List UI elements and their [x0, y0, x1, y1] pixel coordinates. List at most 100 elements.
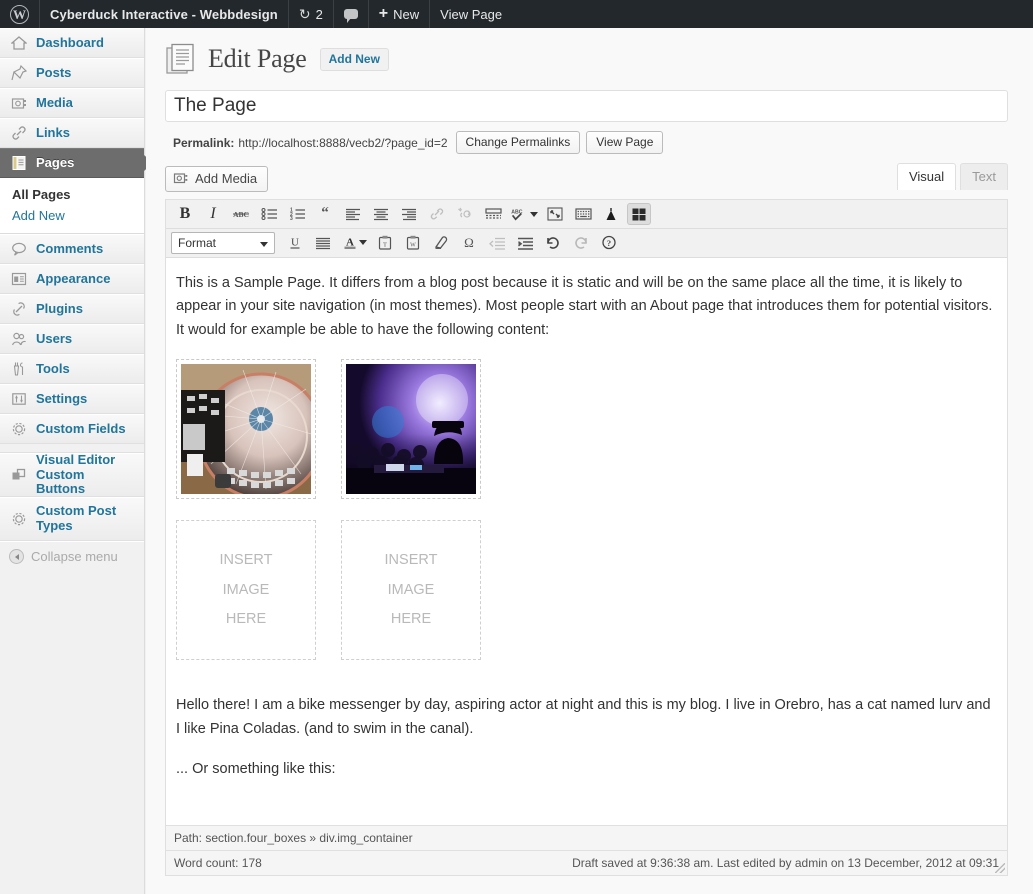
- sidebar-item-tools[interactable]: Tools: [0, 354, 144, 384]
- bold-button[interactable]: B: [173, 203, 197, 225]
- tab-visual[interactable]: Visual: [896, 163, 957, 190]
- sidebar-item-dashboard[interactable]: Dashboard: [0, 28, 144, 58]
- visual-editor-icon: [9, 465, 29, 485]
- sidebar-item-custom-fields[interactable]: Custom Fields: [0, 414, 144, 444]
- add-media-button[interactable]: Add Media: [165, 166, 269, 192]
- remove-formatting-button[interactable]: [429, 232, 453, 254]
- img-container-2[interactable]: [341, 359, 481, 500]
- plug-icon: [9, 299, 29, 319]
- settings-sliders-icon: [9, 389, 29, 409]
- view-page-menu[interactable]: View Page: [430, 0, 512, 28]
- sidebar-item-label: Pages: [36, 154, 75, 170]
- collapse-menu-label: Collapse menu: [31, 549, 118, 564]
- beacon-button[interactable]: [599, 203, 623, 225]
- add-media-label: Add Media: [195, 171, 258, 186]
- sidebar-item-plugins[interactable]: Plugins: [0, 294, 144, 324]
- turntable-record-player-photo: [181, 364, 311, 495]
- sidebar-item-settings[interactable]: Settings: [0, 384, 144, 414]
- appearance-icon: [9, 269, 29, 289]
- undo-button[interactable]: [541, 232, 565, 254]
- chevron-down-icon: [358, 240, 367, 245]
- svg-text:U: U: [291, 237, 299, 249]
- justify-button[interactable]: [311, 232, 335, 254]
- sidebar-item-all-pages[interactable]: All Pages: [0, 184, 144, 205]
- sidebar-item-comments[interactable]: Comments: [0, 234, 144, 264]
- comments-menu[interactable]: [334, 0, 368, 28]
- main-content: Edit Page Add New The Page Permalink: ht…: [146, 28, 1033, 894]
- editor-wrapper: Add Media Visual Text B I ABC 123 “ ABC …: [165, 163, 1008, 876]
- insert-link-button[interactable]: [425, 203, 449, 225]
- text-color-button[interactable]: A: [339, 232, 369, 254]
- sidebar-item-posts[interactable]: Posts: [0, 58, 144, 88]
- word-count: Word count: 178: [174, 856, 262, 870]
- ordered-list-button[interactable]: 123: [285, 203, 309, 225]
- sidebar-item-users[interactable]: Users: [0, 324, 144, 354]
- chevron-down-icon: [530, 211, 538, 217]
- four-boxes-button[interactable]: [627, 203, 651, 225]
- gear-icon: [9, 509, 29, 529]
- view-page-button[interactable]: View Page: [586, 131, 664, 154]
- updates-menu[interactable]: ↻ 2: [289, 0, 333, 28]
- editor-content-area[interactable]: This is a Sample Page. It differs from a…: [166, 258, 1007, 825]
- placeholder-row: INSERT IMAGE HERE INSERT IMAGE HERE: [176, 520, 997, 661]
- paste-as-text-button[interactable]: T: [373, 232, 397, 254]
- editor-resize-handle[interactable]: [995, 863, 1005, 873]
- editor-tabs: Visual Text: [893, 163, 1008, 190]
- media-buttons-row: Add Media: [165, 166, 1008, 192]
- change-permalinks-button[interactable]: Change Permalinks: [455, 131, 581, 154]
- page-header: Edit Page Add New: [165, 42, 1021, 76]
- svg-text:T: T: [383, 242, 387, 249]
- tab-text[interactable]: Text: [960, 163, 1008, 190]
- paste-from-word-button[interactable]: W: [401, 232, 425, 254]
- unlink-button[interactable]: [453, 203, 477, 225]
- post-title-field[interactable]: The Page: [165, 90, 1008, 122]
- image-row: [176, 359, 997, 500]
- sidebar-item-custom-post-types[interactable]: Custom Post Types: [0, 497, 144, 541]
- insert-image-placeholder-1[interactable]: INSERT IMAGE HERE: [176, 520, 316, 661]
- permalink-url[interactable]: http://localhost:8888/vecb2/?page_id=2: [238, 136, 447, 150]
- redo-button[interactable]: [569, 232, 593, 254]
- blockquote-button[interactable]: “: [313, 203, 337, 225]
- sidebar-item-visual-editor-custom-buttons[interactable]: Visual Editor Custom Buttons: [0, 451, 144, 497]
- admin-sidebar: Dashboard Posts Media Links Pages All Pa…: [0, 28, 153, 894]
- sidebar-item-media[interactable]: Media: [0, 88, 144, 118]
- sidebar-item-label: Media: [36, 94, 73, 110]
- fullscreen-button[interactable]: [543, 203, 567, 225]
- sidebar-item-links[interactable]: Links: [0, 118, 144, 148]
- placeholder-line: HERE: [225, 611, 267, 628]
- sidebar-item-label: Visual Editor Custom Buttons: [36, 451, 116, 497]
- format-select-value: Format: [178, 235, 217, 250]
- add-new-button[interactable]: Add New: [319, 47, 389, 71]
- insert-more-tag-button[interactable]: [481, 203, 505, 225]
- gear-icon: [9, 419, 29, 439]
- italic-button[interactable]: I: [201, 203, 225, 225]
- strikethrough-button[interactable]: ABC: [229, 203, 253, 225]
- camera-icon: [9, 93, 29, 113]
- spellcheck-button[interactable]: ABC: [509, 203, 539, 225]
- new-content-menu[interactable]: + New: [369, 0, 429, 28]
- collapse-menu-button[interactable]: Collapse menu: [0, 541, 144, 571]
- kitchen-sink-button[interactable]: [571, 203, 595, 225]
- help-button[interactable]: ?: [597, 232, 621, 254]
- post-title-value: The Page: [174, 95, 257, 116]
- underline-button[interactable]: U: [283, 232, 307, 254]
- insert-image-placeholder-2[interactable]: INSERT IMAGE HERE: [341, 520, 481, 661]
- special-character-button[interactable]: Ω: [457, 232, 481, 254]
- align-center-button[interactable]: [369, 203, 393, 225]
- outdent-button[interactable]: [485, 232, 509, 254]
- svg-text:3: 3: [290, 216, 293, 221]
- site-name-menu[interactable]: Cyberduck Interactive - Webbdesign: [40, 0, 288, 28]
- admin-bar: W Cyberduck Interactive - Webbdesign ↻ 2…: [0, 0, 1033, 28]
- align-right-button[interactable]: [397, 203, 421, 225]
- placeholder-line: IMAGE: [222, 581, 270, 598]
- sidebar-item-appearance[interactable]: Appearance: [0, 264, 144, 294]
- sidebar-item-pages[interactable]: Pages: [0, 148, 153, 178]
- align-left-button[interactable]: [341, 203, 365, 225]
- img-container-1[interactable]: [176, 359, 316, 500]
- unordered-list-button[interactable]: [257, 203, 281, 225]
- format-select[interactable]: Format: [171, 231, 275, 254]
- pin-icon: [9, 63, 29, 83]
- indent-button[interactable]: [513, 232, 537, 254]
- wordpress-logo-menu[interactable]: W: [0, 0, 39, 28]
- sidebar-item-add-new-page[interactable]: Add New: [0, 205, 144, 226]
